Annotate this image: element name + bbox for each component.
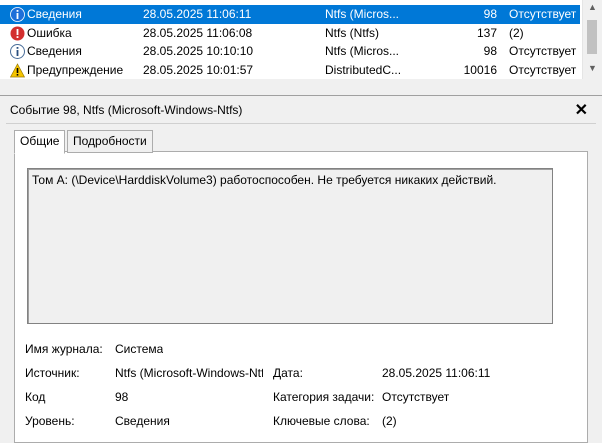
- event-code-label: Код: [25, 390, 46, 404]
- date-label: Дата:: [273, 366, 303, 380]
- event-level: Ошибка: [27, 26, 72, 40]
- event-detail-title: Событие 98, Ntfs (Microsoft-Windows-Ntfs…: [10, 103, 243, 117]
- scroll-up-icon[interactable]: ▲: [588, 2, 597, 12]
- event-level: Сведения: [27, 7, 82, 21]
- event-code-value: 98: [115, 390, 129, 404]
- date-value: 28.05.2025 11:06:11: [382, 366, 491, 380]
- keywords-label: Ключевые слова:: [273, 414, 370, 428]
- event-level: Сведения: [27, 44, 82, 58]
- event-description: Том A: (\Device\HarddiskVolume3) работос…: [32, 173, 497, 187]
- event-source: Ntfs (Micros...: [325, 44, 399, 58]
- event-category: Отсутствует: [509, 63, 577, 77]
- event-source: Ntfs (Micros...: [325, 7, 399, 21]
- tab-general[interactable]: Общие: [14, 130, 66, 154]
- header-divider: [6, 123, 596, 124]
- panel-splitter[interactable]: [0, 79, 602, 96]
- error-icon: [10, 26, 25, 41]
- tab-details[interactable]: Подробности: [67, 130, 153, 153]
- event-date: 28.05.2025 11:06:08: [143, 26, 253, 40]
- event-source: Ntfs (Ntfs): [325, 26, 379, 40]
- scroll-down-icon[interactable]: ▼: [588, 63, 597, 73]
- source-value: Ntfs (Microsoft-Windows-Ntfs): [115, 366, 263, 380]
- list-scrollbar[interactable]: ▲ ▼: [582, 0, 602, 79]
- log-name-label: Имя журнала:: [25, 342, 103, 356]
- warning-icon: [10, 63, 25, 78]
- task-category-value: Отсутствует: [382, 390, 450, 404]
- event-row[interactable]: Сведения 28.05.2025 10:10:10 Ntfs (Micro…: [0, 42, 580, 61]
- close-icon[interactable]: ✕: [575, 100, 588, 120]
- level-value: Сведения: [115, 414, 170, 428]
- event-list[interactable]: Сведения 28.05.2025 11:06:11 Ntfs (Micro…: [0, 0, 602, 79]
- event-date: 28.05.2025 11:06:11: [143, 7, 252, 21]
- event-id: 10016: [463, 63, 497, 77]
- level-label: Уровень:: [25, 414, 75, 428]
- event-source: DistributedC...: [325, 63, 402, 77]
- event-date: 28.05.2025 10:10:10: [143, 44, 254, 58]
- event-id: 98: [483, 44, 497, 58]
- event-row[interactable]: Предупреждение 28.05.2025 10:01:57 Distr…: [0, 61, 580, 79]
- event-description-box[interactable]: Том A: (\Device\HarddiskVolume3) работос…: [27, 168, 553, 324]
- task-category-label: Категория задачи:: [273, 390, 375, 404]
- info-icon: [10, 44, 25, 59]
- event-category: (2): [509, 26, 524, 40]
- event-category: Отсутствует: [509, 7, 577, 21]
- event-id: 137: [476, 26, 497, 40]
- event-row[interactable]: Ошибка 28.05.2025 11:06:08 Ntfs (Ntfs) 1…: [0, 24, 580, 43]
- info-icon: [10, 7, 25, 22]
- event-row[interactable]: Сведения 28.05.2025 11:06:11 Ntfs (Micro…: [0, 5, 580, 24]
- log-name-value: Система: [115, 342, 164, 356]
- scrollbar-thumb[interactable]: [587, 20, 597, 54]
- event-detail-header: Событие 98, Ntfs (Microsoft-Windows-Ntfs…: [0, 96, 602, 124]
- event-id: 98: [483, 7, 497, 21]
- keywords-value: (2): [382, 414, 397, 428]
- event-date: 28.05.2025 10:01:57: [143, 63, 254, 77]
- event-level: Предупреждение: [27, 63, 124, 77]
- event-category: Отсутствует: [509, 44, 577, 58]
- source-label: Источник:: [25, 366, 80, 380]
